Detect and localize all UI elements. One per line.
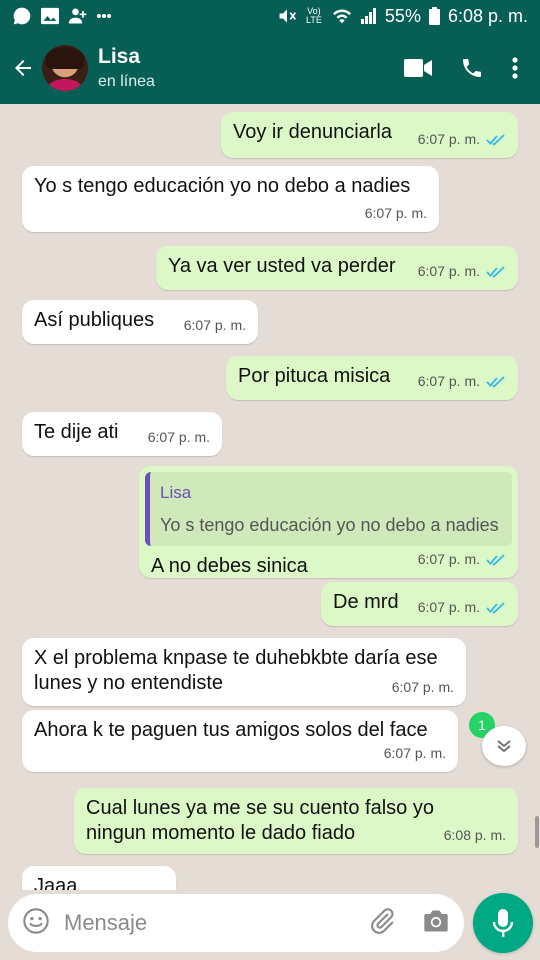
person-add-notification-icon — [68, 6, 88, 26]
camera-icon — [424, 910, 448, 931]
message-text: Así publiques — [34, 309, 155, 331]
emoji-button[interactable] — [22, 907, 50, 940]
chat-header: Lisa en línea — [0, 32, 540, 104]
message-time: 6:07 p. m. — [391, 679, 454, 695]
message-time: 6:07 p. m. — [417, 551, 480, 567]
voice-call-button[interactable] — [460, 56, 484, 80]
message-bubble-incoming[interactable]: Así publiques 6:07 p. m. — [22, 300, 258, 344]
message-text: X el problema knpase te duhebkbte daría … — [34, 647, 438, 694]
video-call-button[interactable] — [404, 58, 432, 78]
camera-button[interactable] — [422, 908, 450, 939]
message-text: Voy ir denunciarla — [233, 121, 392, 143]
voice-message-button[interactable] — [473, 893, 533, 953]
signal-icon — [360, 8, 377, 24]
message-time: 6:07 p. m. — [417, 131, 480, 147]
avatar[interactable] — [42, 45, 88, 91]
chat-notification-icon — [12, 6, 32, 26]
message-bubble-incoming[interactable]: Ahora k te paguen tus amigos solos del f… — [22, 710, 458, 772]
message-bubble-incoming[interactable]: Te dije ati 6:07 p. m. — [22, 412, 222, 456]
more-vert-icon — [512, 57, 518, 79]
mute-icon — [277, 6, 297, 26]
message-bubble-outgoing[interactable]: De mrd 6:07 p. m. — [321, 582, 518, 626]
back-button[interactable] — [4, 32, 42, 104]
battery-icon — [428, 7, 440, 25]
message-bubble-outgoing[interactable]: Voy ir denunciarla 6:07 p. m. — [221, 112, 518, 158]
wifi-icon — [331, 7, 353, 25]
message-time: 6:07 p. m. — [147, 429, 210, 445]
emoji-icon — [23, 907, 49, 934]
quoted-author: Lisa — [160, 483, 192, 502]
message-time: 6:07 p. m. — [417, 263, 480, 279]
message-time: 6:07 p. m. — [183, 317, 246, 333]
message-time: 6:07 p. m. — [417, 599, 480, 615]
message-text: Ya va ver usted va perder — [168, 255, 396, 277]
message-bubble-incoming[interactable]: Jaaa — [22, 866, 176, 890]
message-bubble-outgoing[interactable]: Cual lunes ya me se su cuento falso yo n… — [74, 788, 518, 854]
message-bubble-outgoing[interactable]: Por pituca misica 6:07 p. m. — [226, 356, 518, 400]
battery-percent: 55% — [384, 5, 421, 26]
status-time: 6:08 p. m. — [447, 5, 528, 26]
message-input[interactable] — [64, 910, 368, 936]
message-text: Jaaa — [34, 875, 78, 890]
composer — [8, 894, 464, 952]
message-text: A no debes sinica — [151, 555, 308, 577]
message-text: Yo s tengo educación yo no debo a nadies — [34, 175, 411, 197]
message-bubble-outgoing-reply[interactable]: Lisa Yo s tengo educación yo no debo a n… — [139, 466, 518, 578]
status-bar-system: Vo) LTE 55% 6:08 p. m. — [277, 6, 528, 27]
message-time: 6:07 p. m. — [364, 205, 427, 221]
read-ticks-icon — [486, 265, 506, 278]
quoted-message[interactable]: Lisa Yo s tengo educación yo no debo a n… — [145, 472, 512, 546]
message-time: 6:07 p. m. — [383, 745, 446, 761]
more-options-button[interactable] — [512, 56, 518, 80]
header-actions — [404, 56, 540, 80]
message-text: Por pituca misica — [238, 365, 391, 387]
message-text: Ahora k te paguen tus amigos solos del f… — [34, 719, 428, 741]
status-bar: Vo) LTE 55% 6:08 p. m. — [0, 0, 540, 32]
video-call-icon — [404, 59, 432, 77]
message-bubble-outgoing[interactable]: Ya va ver usted va perder 6:07 p. m. — [156, 246, 518, 290]
status-bar-notifications — [12, 6, 112, 26]
message-time: 6:07 p. m. — [417, 373, 480, 389]
read-ticks-icon — [486, 375, 506, 388]
scroll-to-bottom-button[interactable] — [482, 726, 526, 766]
read-ticks-icon — [486, 601, 506, 614]
message-bubble-incoming[interactable]: X el problema knpase te duhebkbte daría … — [22, 638, 466, 706]
more-notifications-icon — [96, 13, 112, 19]
message-time: 6:08 p. m. — [443, 827, 506, 843]
attach-icon — [371, 907, 394, 934]
message-text: De mrd — [333, 591, 399, 613]
phone-icon — [463, 59, 481, 77]
contact-name: Lisa — [98, 45, 141, 68]
read-ticks-icon — [486, 553, 506, 566]
chevron-down-icon — [497, 740, 511, 753]
back-arrow-icon — [15, 60, 31, 76]
volte-label: Vo) LTE — [306, 6, 322, 25]
read-ticks-icon — [486, 133, 506, 146]
message-text: Cual lunes ya me se su cuento falso yo n… — [86, 797, 434, 844]
message-text: Te dije ati — [34, 421, 119, 443]
message-list[interactable]: Voy ir denunciarla 6:07 p. m. Yo s tengo… — [0, 104, 540, 890]
mic-icon — [492, 909, 514, 937]
quoted-text: Yo s tengo educación yo no debo a nadies — [160, 515, 499, 535]
contact-info[interactable]: Lisa en línea — [98, 45, 155, 91]
scrollbar[interactable] — [535, 816, 539, 848]
message-bubble-incoming[interactable]: Yo s tengo educación yo no debo a nadies… — [22, 166, 439, 232]
volte-icon: Vo) LTE — [305, 7, 323, 25]
attach-button[interactable] — [368, 907, 396, 940]
image-notification-icon — [40, 7, 60, 25]
contact-status: en línea — [98, 73, 155, 90]
